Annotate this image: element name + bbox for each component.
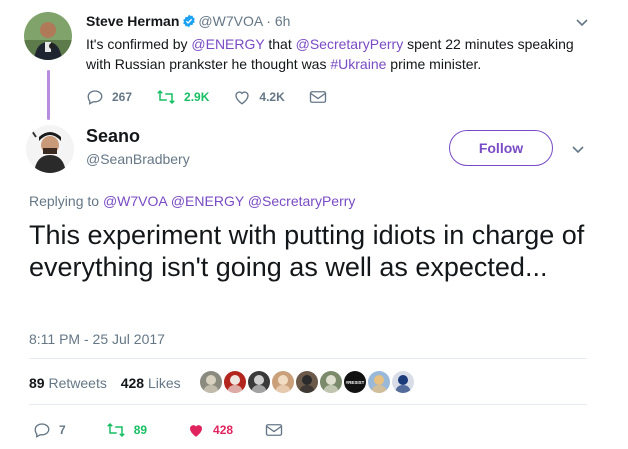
- reply-count: 267: [112, 90, 133, 104]
- replying-to-mention[interactable]: @SecretaryPerry: [248, 193, 356, 209]
- liker-avatar[interactable]: #RESIST: [344, 371, 366, 393]
- replying-to-label: Replying to: [29, 193, 100, 209]
- parent-tweet-header: Steve Herman @W7VOA · 6h: [86, 13, 290, 29]
- parent-tweet-text: It's confirmed by @ENERGY that @Secretar…: [86, 34, 596, 74]
- avatar-seano[interactable]: [26, 125, 74, 173]
- retweet-count: 89: [133, 423, 148, 437]
- likes-label: Likes: [147, 375, 181, 391]
- liker-avatar[interactable]: [272, 371, 294, 393]
- parent-tweet-time[interactable]: 6h: [275, 13, 291, 29]
- retweet-count: 2.9K: [184, 90, 210, 104]
- liker-avatar[interactable]: [392, 371, 414, 393]
- reply-icon: [87, 90, 103, 105]
- liker-avatar[interactable]: [296, 371, 318, 393]
- direct-message-button[interactable]: [265, 422, 291, 438]
- chevron-down-icon[interactable]: [570, 141, 586, 157]
- retweet-icon: [106, 422, 125, 438]
- mention-link[interactable]: @SecretaryPerry: [296, 36, 404, 52]
- liker-avatar[interactable]: [320, 371, 342, 393]
- parent-author-handle[interactable]: @W7VOA: [198, 13, 262, 29]
- hashtag-link[interactable]: #Ukraine: [330, 56, 386, 72]
- replying-to-mention[interactable]: @ENERGY: [171, 193, 244, 209]
- likes-stat[interactable]: 428 Likes: [121, 375, 181, 391]
- like-count: 428: [213, 423, 234, 437]
- liker-avatars: #RESIST: [200, 371, 416, 393]
- tweet-text: This experiment with putting idiots in c…: [29, 220, 585, 282]
- retweets-total: 89: [29, 375, 45, 391]
- retweet-button[interactable]: 2.9K: [156, 88, 209, 106]
- retweets-label: Retweets: [48, 375, 107, 391]
- parent-author-name[interactable]: Steve Herman: [86, 13, 179, 29]
- retweet-button[interactable]: 89: [106, 421, 147, 439]
- parent-tweet-actions: 267 2.9K 4.2K: [86, 88, 359, 106]
- tweet-text-segment: It's confirmed by: [86, 36, 192, 52]
- reply-count: 7: [59, 423, 66, 437]
- liker-avatar[interactable]: [248, 371, 270, 393]
- tweet-text-segment: prime minister.: [386, 56, 482, 72]
- time-separator: ·: [266, 13, 271, 29]
- heart-icon: [190, 425, 203, 437]
- author-name[interactable]: Seano: [86, 126, 140, 147]
- liker-avatar-label: #RESIST: [346, 380, 365, 385]
- mention-link[interactable]: @ENERGY: [191, 36, 264, 52]
- envelope-icon: [309, 91, 326, 103]
- divider: [29, 358, 587, 359]
- retweets-stat[interactable]: 89 Retweets: [29, 375, 107, 391]
- verified-badge-icon: [183, 14, 196, 28]
- envelope-icon: [265, 424, 283, 436]
- retweet-icon: [157, 89, 175, 105]
- thread-connector-line: [47, 70, 50, 120]
- liker-avatar[interactable]: [200, 371, 222, 393]
- engagement-stats: 89 Retweets 428 Likes: [29, 375, 181, 391]
- like-button[interactable]: 428: [187, 421, 233, 439]
- follow-button[interactable]: Follow: [449, 130, 553, 166]
- like-count: 4.2K: [259, 90, 285, 104]
- reply-icon: [34, 423, 50, 438]
- chevron-down-icon[interactable]: [574, 14, 590, 30]
- heart-icon: [235, 91, 250, 105]
- replying-to-line: Replying to @W7VOA @ENERGY @SecretaryPer…: [29, 193, 355, 209]
- tweet-text-segment: that: [264, 36, 296, 52]
- replying-to-mention[interactable]: @W7VOA: [103, 193, 167, 209]
- divider: [29, 404, 587, 405]
- author-handle[interactable]: @SeanBradbery: [86, 151, 190, 167]
- tweet-actions: 7 89 428: [33, 421, 315, 439]
- like-button[interactable]: 4.2K: [233, 88, 285, 106]
- reply-button[interactable]: 267: [86, 88, 132, 106]
- liker-avatar[interactable]: [368, 371, 390, 393]
- likes-total: 428: [120, 375, 145, 391]
- reply-button[interactable]: 7: [33, 421, 66, 439]
- liker-avatar[interactable]: [224, 371, 246, 393]
- direct-message-button[interactable]: [309, 89, 335, 105]
- avatar-steve-herman[interactable]: [24, 12, 72, 60]
- tweet-timestamp[interactable]: 8:11 PM - 25 Jul 2017: [29, 331, 165, 347]
